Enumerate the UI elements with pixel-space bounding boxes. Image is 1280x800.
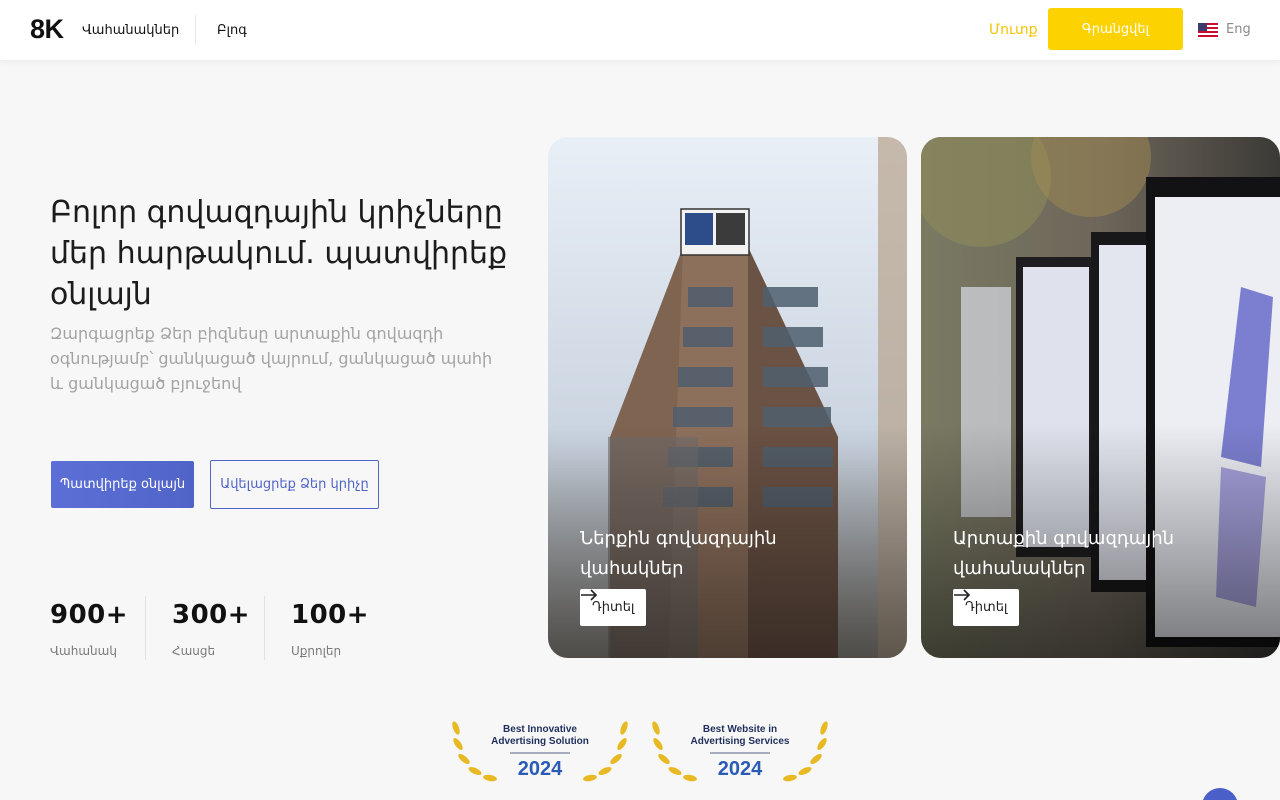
award-badge-website: Best Website in Advertising Services 202… [648,718,832,790]
card-title: Ներքին գովազդային վահակներ [580,528,777,579]
view-indoor-button[interactable]: Դիտել [580,589,647,626]
view-label: Դիտել [592,600,635,615]
hero-title: Բոլոր գովազդային կրիչները մեր հարթակում.… [50,195,508,312]
login-link[interactable]: Մուտք [989,22,1038,38]
award-year: 2024 [717,758,763,780]
stat-value: 100+ [291,600,370,630]
stat-addresses: 300+ Հասցե [172,600,250,658]
stat-label: Վահանակ [50,644,117,658]
add-carrier-button[interactable]: Ավելացրեք Ձեր կրիչը [210,460,379,509]
stat-value: 300+ [172,600,251,630]
outdoor-billboards-card[interactable]: Արտաքին գովազդային վահանակներ Դիտել [921,137,1280,658]
stat-label: Հասցե [172,644,216,658]
order-online-button[interactable]: Պատվիրեք օնլայն [51,461,194,508]
language-label: Eng [1226,22,1251,37]
nav-billboards-link[interactable]: Վահանակներ [82,23,179,38]
award-year: 2024 [517,758,563,780]
award-title: Best Website in Advertising Services [690,724,790,747]
signup-button[interactable]: Գրանցվել [1048,8,1183,50]
stat-scrollers: 100+ Սքրոլեր [291,600,369,658]
arrow-right-icon [954,589,971,601]
arrow-right-icon [581,589,598,601]
indoor-billboards-card[interactable]: Ներքին գովազդային վահակներ Դիտել [548,137,907,658]
stat-divider [264,596,265,660]
award-title: Best Innovative Advertising Solution [491,724,589,747]
view-label: Դիտել [965,600,1008,615]
stat-value: 900+ [50,600,129,630]
chat-widget-button[interactable] [1202,788,1238,800]
view-outdoor-button[interactable]: Դիտել [953,589,1020,626]
us-flag-icon [1198,22,1218,37]
award-badge-innovative: Best Innovative Advertising Solution 202… [448,718,632,790]
stat-divider [145,596,146,660]
stat-billboards: 900+ Վահանակ [50,600,128,658]
top-header: 8K Վահանակներ Բլոգ Մուտք Գրանցվել Eng [0,0,1280,60]
nav-blog-link[interactable]: Բլոգ [217,23,247,38]
nav-divider [195,15,196,45]
hero-subtitle: Զարգացրեք Ձեր բիզնեսը արտաքին գովազդի օգ… [50,324,493,393]
language-switcher[interactable]: Eng [1198,22,1251,37]
stat-label: Սքրոլեր [291,644,342,658]
site-logo[interactable]: 8K [30,14,64,45]
card-title: Արտաքին գովազդային վահանակներ [953,528,1175,579]
